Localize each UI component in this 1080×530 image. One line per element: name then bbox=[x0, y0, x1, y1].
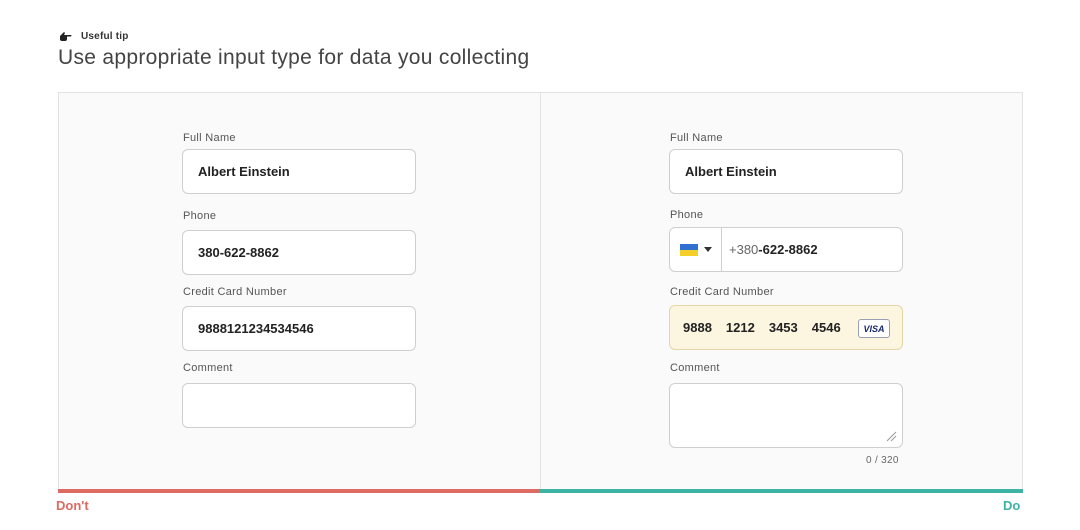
do-bar bbox=[540, 489, 1023, 493]
full-name-label: Full Name bbox=[183, 132, 236, 144]
character-counter: 0 / 320 bbox=[866, 455, 899, 466]
phone-field[interactable]: 380-622-8862 bbox=[182, 230, 416, 275]
card-number-field[interactable]: 9888121234534546 bbox=[182, 306, 416, 351]
dont-bar bbox=[58, 489, 540, 493]
visa-logo: VISA bbox=[858, 319, 890, 338]
phone-value: 380-622-8862 bbox=[198, 245, 279, 260]
ukraine-flag-icon bbox=[679, 243, 698, 256]
card-digit-group: 3453 bbox=[768, 320, 798, 335]
card-digit-group: 4546 bbox=[811, 320, 841, 335]
useful-tip: Useful tip bbox=[59, 30, 129, 42]
panel-divider bbox=[540, 92, 541, 490]
country-code-dropdown[interactable] bbox=[670, 228, 722, 271]
phone-label: Phone bbox=[670, 209, 704, 221]
card-label: Credit Card Number bbox=[183, 286, 287, 298]
dont-label: Don't bbox=[56, 498, 89, 513]
phone-field[interactable]: +380-622-8862 bbox=[669, 227, 903, 272]
full-name-field[interactable]: Albert Einstein bbox=[669, 149, 903, 194]
comment-label: Comment bbox=[670, 362, 720, 374]
resize-handle-icon[interactable] bbox=[885, 430, 897, 442]
page-title: Use appropriate input type for data you … bbox=[58, 46, 530, 69]
phone-number-value: +380-622-8862 bbox=[722, 242, 818, 257]
card-number-field[interactable]: 9888 1212 3453 4546 VISA bbox=[669, 305, 903, 350]
comment-field[interactable] bbox=[182, 383, 416, 428]
do-label: Do bbox=[1003, 498, 1021, 513]
card-digit-group: 9888 bbox=[683, 320, 712, 335]
pointing-hand-icon bbox=[60, 32, 72, 41]
phone-prefix: +380 bbox=[729, 242, 759, 257]
chevron-down-icon bbox=[703, 247, 712, 252]
tip-label: Useful tip bbox=[81, 30, 129, 42]
card-number-value: 9888121234534546 bbox=[198, 321, 314, 336]
comment-textarea[interactable] bbox=[669, 383, 903, 448]
full-name-field[interactable]: Albert Einstein bbox=[182, 149, 416, 194]
card-digit-group: 1212 bbox=[725, 320, 755, 335]
phone-digits: -622-8862 bbox=[758, 242, 818, 257]
comment-label: Comment bbox=[183, 362, 233, 374]
card-label: Credit Card Number bbox=[670, 286, 774, 298]
phone-label: Phone bbox=[183, 210, 217, 222]
full-name-value: Albert Einstein bbox=[198, 164, 290, 179]
full-name-value: Albert Einstein bbox=[685, 164, 777, 179]
full-name-label: Full Name bbox=[670, 132, 723, 144]
